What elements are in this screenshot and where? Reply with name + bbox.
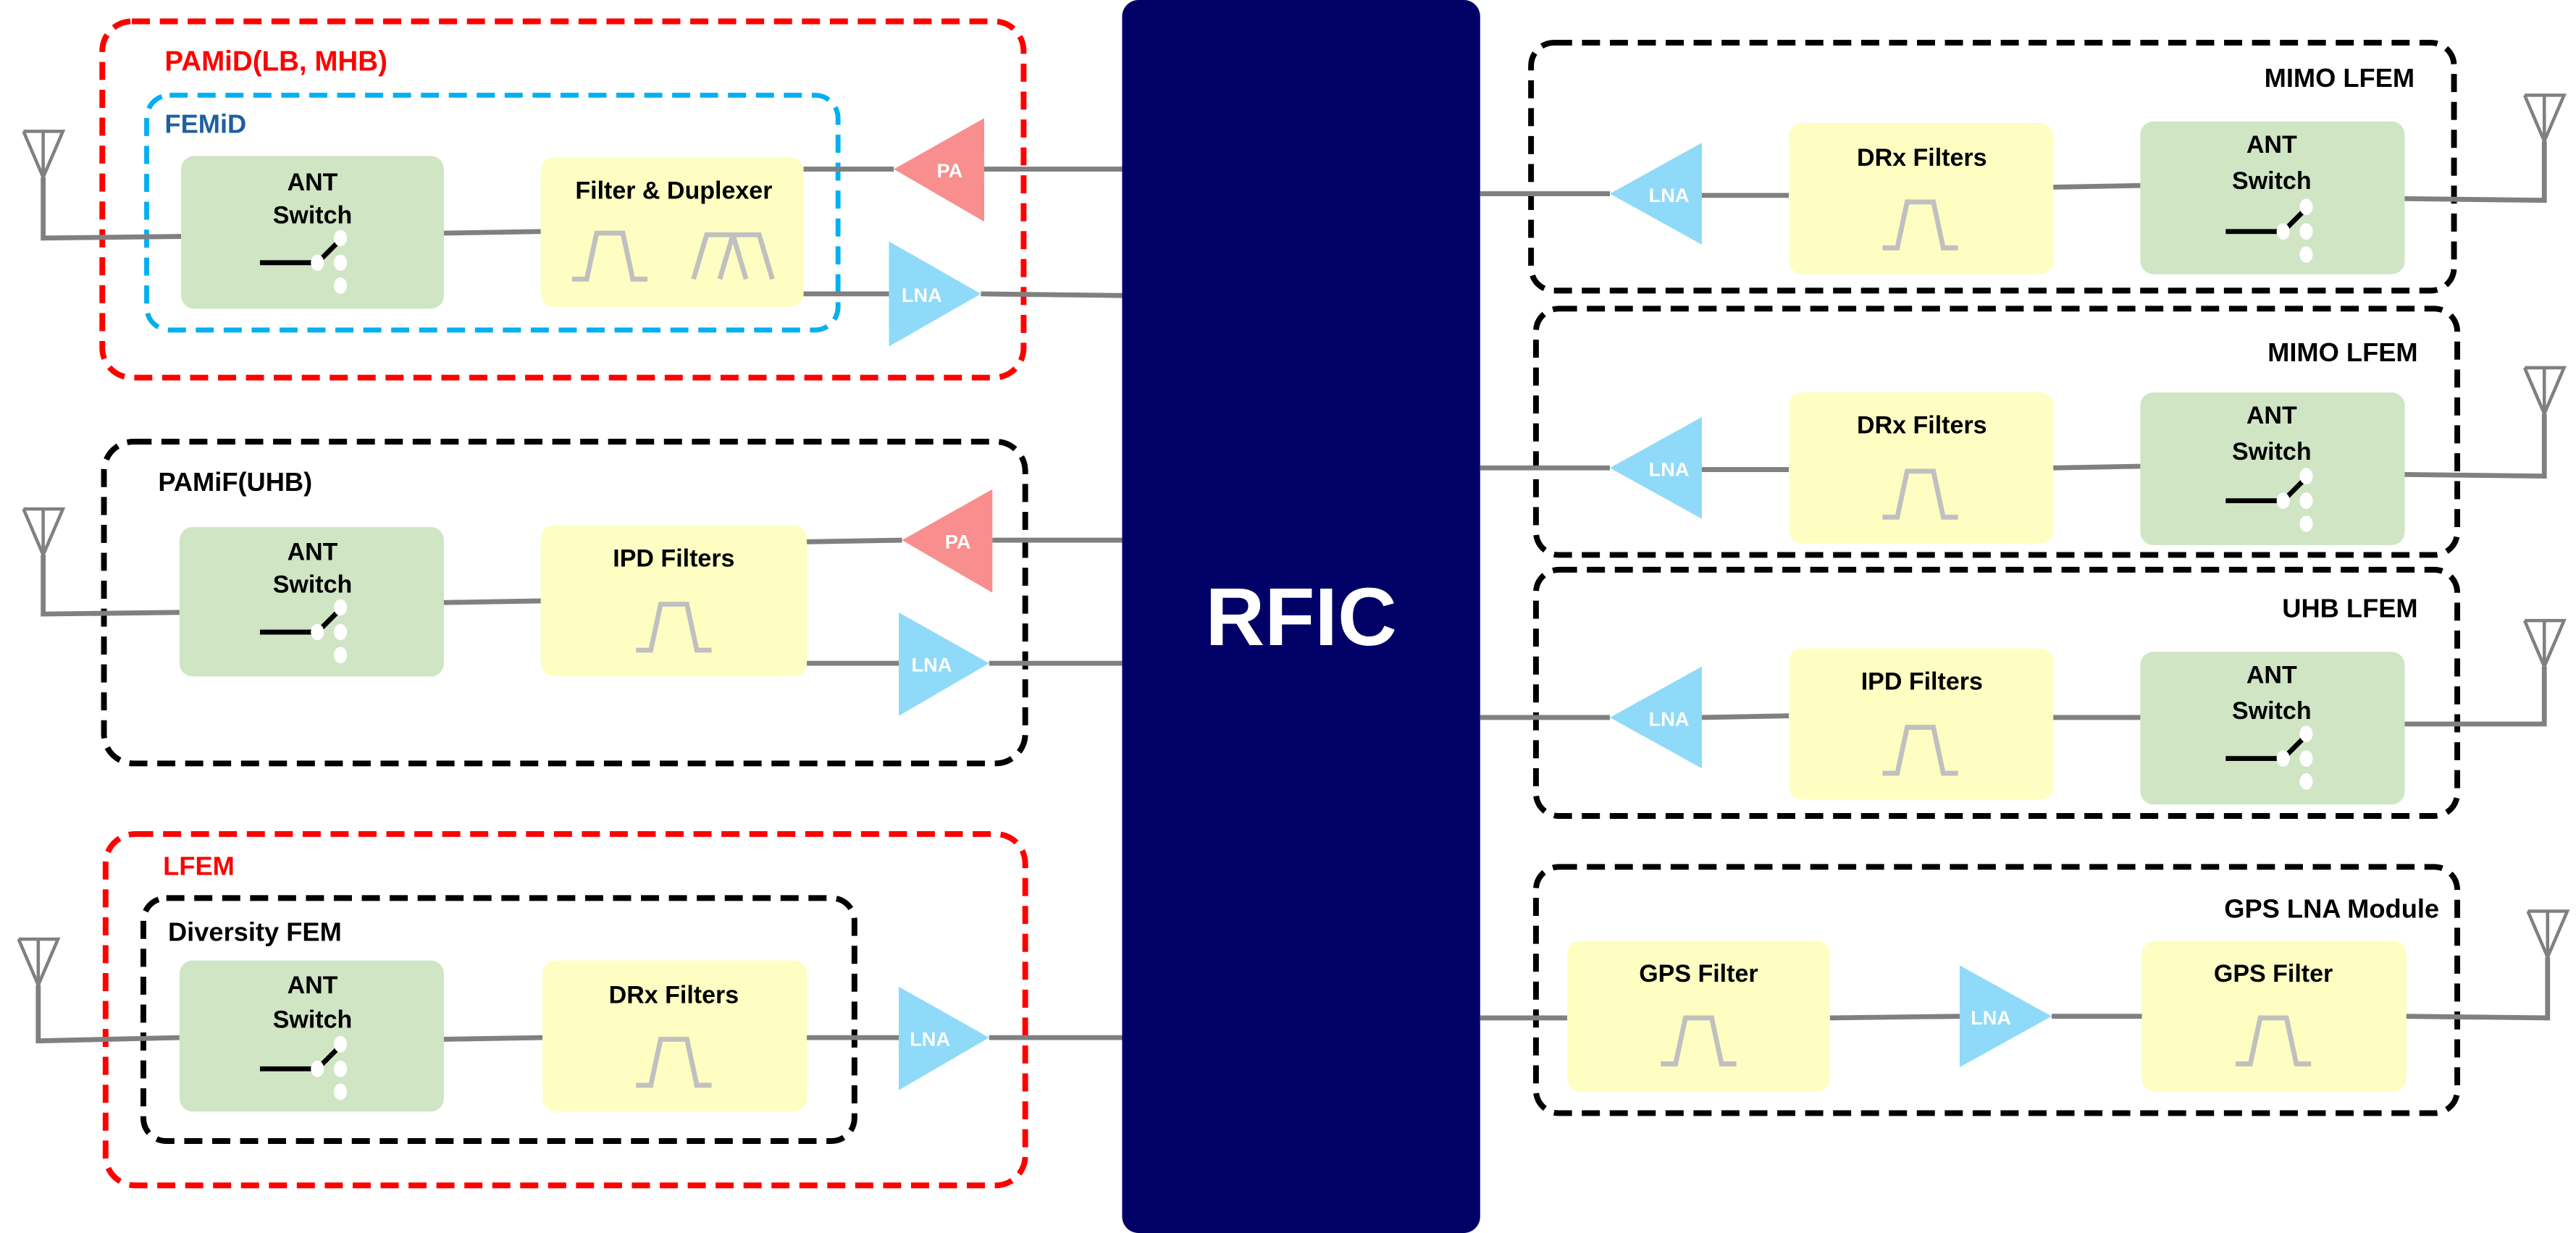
ant-switch-label-1: ANT — [288, 972, 338, 999]
wire — [2053, 463, 2141, 471]
wire — [443, 229, 541, 236]
drx-filters-label: DRx Filters — [1857, 412, 1987, 439]
module-pamif: PAMiF(UHB) ANT Switch IPD Filters PA LNA — [23, 439, 1123, 767]
antenna-icon — [23, 509, 62, 555]
antenna-icon — [19, 939, 58, 985]
ant-switch-label-2: Switch — [2232, 697, 2312, 725]
rfic-block: RFIC — [1122, 0, 1480, 1233]
module-pamid: PAMiD(LB, MHB) FEMiD ANT Switch Filter &… — [23, 18, 1123, 381]
module-title: MIMO LFEM — [2265, 63, 2415, 93]
ant-switch-label-2: Switch — [2232, 438, 2312, 466]
gps-filter-label-2: GPS Filter — [2214, 960, 2333, 988]
lna-label: LNA — [1649, 184, 1690, 206]
pamid-title: PAMiD(LB, MHB) — [164, 46, 387, 77]
pa-label: PA — [936, 159, 962, 182]
filter-duplexer-label: Filter & Duplexer — [575, 177, 772, 204]
rf-frontend-diagram: RFIC PAMiD(LB, MHB) FEMiD ANT Switch Fil… — [0, 0, 2576, 1233]
ant-switch-label-1: ANT — [2246, 402, 2297, 429]
ant-switch-label-1: ANT — [2246, 661, 2297, 689]
module-title: GPS LNA Module — [2224, 894, 2439, 924]
module-title: MIMO LFEM — [2267, 337, 2417, 367]
wire — [2053, 182, 2141, 190]
lna-label: LNA — [911, 653, 952, 676]
drx-filters-label: DRx Filters — [1857, 144, 1987, 172]
antenna-icon — [23, 131, 62, 177]
antenna-icon — [2525, 620, 2564, 666]
rfic-label: RFIC — [1205, 571, 1397, 663]
lna-label: LNA — [902, 284, 942, 306]
ipd-filters-label: IPD Filters — [613, 544, 734, 572]
lna-label: LNA — [910, 1027, 950, 1050]
ant-switch-label-2: Switch — [273, 1006, 353, 1034]
wire — [2404, 666, 2547, 727]
wire — [1829, 1014, 1960, 1021]
module-lfem: LFEM Diversity FEM ANT Switch DRx Filter… — [19, 830, 1123, 1189]
module-uhb-lfem: UHB LFEM LNA IPD Filters ANT Switch — [1480, 566, 2564, 819]
wire — [2404, 141, 2547, 203]
antenna-icon — [2525, 368, 2564, 413]
ipd-filters-label: IPD Filters — [1861, 668, 1983, 695]
wire — [807, 537, 902, 544]
ant-switch-label-2: Switch — [273, 201, 353, 229]
wire — [41, 555, 180, 617]
wire — [2404, 413, 2547, 479]
ant-switch-label-2: Switch — [2232, 167, 2312, 195]
ant-switch-label-1: ANT — [2246, 131, 2297, 159]
pa-label: PA — [945, 530, 971, 552]
module-title: UHB LFEM — [2282, 594, 2417, 623]
antenna-icon — [2528, 912, 2567, 957]
lna-label: LNA — [1971, 1006, 2011, 1029]
wire — [35, 985, 180, 1044]
module-mimo-lfem-2: MIMO LFEM LNA DRx Filters ANT Switch — [1480, 306, 2564, 558]
ant-switch-label-1: ANT — [288, 538, 338, 565]
lfem-title: LFEM — [163, 851, 235, 881]
antenna-icon — [2525, 96, 2564, 141]
ant-switch-label-1: ANT — [288, 169, 338, 196]
gps-filter-label-1: GPS Filter — [1639, 960, 1758, 988]
wire — [443, 1035, 543, 1042]
femid-title: FEMiD — [164, 109, 246, 139]
wire — [41, 177, 182, 241]
wire — [2406, 957, 2551, 1021]
drx-filters-label: DRx Filters — [609, 982, 739, 1009]
pamif-title: PAMiF(UHB) — [158, 467, 312, 497]
wire — [981, 291, 1123, 298]
lna-label: LNA — [1649, 458, 1690, 481]
module-mimo-lfem-1: MIMO LFEM LNA DRx Filters ANT Switch — [1480, 39, 2564, 294]
module-gps-lna: GPS LNA Module GPS Filter LNA GPS Filter — [1480, 864, 2567, 1116]
wire — [1701, 713, 1790, 720]
lna-label: LNA — [1649, 707, 1690, 730]
wire — [443, 598, 541, 605]
ant-switch-label-2: Switch — [273, 571, 353, 599]
diversity-fem-title: Diversity FEM — [168, 917, 342, 946]
